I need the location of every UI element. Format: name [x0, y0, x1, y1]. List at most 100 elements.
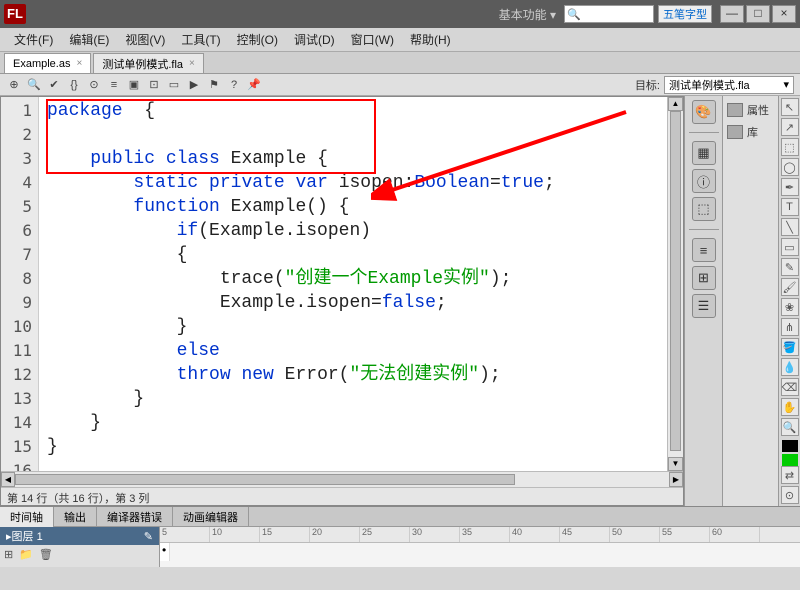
layer-column: ▸ 图层 1 ✎ ⊞ 📁 🗑: [0, 527, 160, 567]
target-label: 目标:: [635, 77, 660, 93]
close-button[interactable]: ×: [772, 5, 796, 23]
document-tab-bar: Example.as× 测试单例模式.fla×: [0, 52, 800, 74]
layer-row[interactable]: ▸ 图层 1 ✎: [0, 527, 159, 545]
maximize-button[interactable]: □: [746, 5, 770, 23]
scroll-up-icon[interactable]: ▲: [668, 97, 683, 111]
ime-indicator[interactable]: 五笔字型: [658, 5, 712, 23]
bottom-panel: 时间轴 输出 编译器错误 动画编辑器 ▸ 图层 1 ✎ ⊞ 📁 🗑 510152…: [0, 506, 800, 566]
panel-labels: 属性 库: [722, 96, 778, 506]
bone-tool-icon[interactable]: ⋔: [781, 318, 799, 336]
add-icon[interactable]: ⊕: [6, 77, 22, 93]
comment-icon[interactable]: ⊡: [146, 77, 162, 93]
delete-layer-icon[interactable]: 🗑: [39, 548, 53, 561]
bookmark-icon[interactable]: ⚑: [206, 77, 222, 93]
find-icon[interactable]: 🔍: [26, 77, 42, 93]
help-icon[interactable]: ?: [226, 77, 242, 93]
minimize-button[interactable]: —: [720, 5, 744, 23]
tab-motion-editor[interactable]: 动画编辑器: [173, 507, 249, 527]
debug-icon[interactable]: ▶: [186, 77, 202, 93]
eyedropper-icon[interactable]: 💧: [781, 358, 799, 376]
tab-test-fla[interactable]: 测试单例模式.fla×: [93, 53, 204, 73]
tools-panel: ↖ ↗ ⬚ ◯ ✒ T ╲ ▭ ✎ 🖌 ❀ ⋔ 🪣 💧 ⌫ ✋ 🔍 ⇄ ⊙: [778, 96, 800, 506]
snap-icon[interactable]: ⊙: [781, 486, 799, 504]
code-snippets-icon[interactable]: ≡: [692, 238, 716, 262]
menu-debug[interactable]: 调试(D): [286, 29, 343, 50]
pin-icon[interactable]: 📌: [246, 77, 262, 93]
tab-compiler-errors[interactable]: 编译器错误: [97, 507, 173, 527]
line-tool-icon[interactable]: ╲: [781, 218, 799, 236]
selection-tool-icon[interactable]: ↖: [781, 98, 799, 116]
title-bar: FL 基本功能 🔍 五笔字型 — □ ×: [0, 0, 800, 28]
scroll-right-icon[interactable]: ▶: [669, 472, 683, 487]
library-icon: [727, 125, 743, 139]
menu-control[interactable]: 控制(O): [229, 29, 286, 50]
transform-icon[interactable]: ⬚: [692, 197, 716, 221]
block-icon[interactable]: ▭: [166, 77, 182, 93]
pen-tool-icon[interactable]: ✒: [781, 178, 799, 196]
new-layer-icon[interactable]: ⊞: [4, 548, 13, 561]
panel-icon-strip: 🎨 ▦ ⓘ ⬚ ≡ ⊞ ☰: [684, 96, 722, 506]
menu-window[interactable]: 窗口(W): [343, 29, 402, 50]
subselection-tool-icon[interactable]: ↗: [781, 118, 799, 136]
vertical-scrollbar[interactable]: ▲ ▼: [667, 97, 683, 471]
frames-area[interactable]: 51015202530354045505560: [160, 527, 800, 567]
deco-tool-icon[interactable]: ❀: [781, 298, 799, 316]
hand-tool-icon[interactable]: ✋: [781, 398, 799, 416]
collapse-icon[interactable]: ▣: [126, 77, 142, 93]
close-icon[interactable]: ×: [76, 58, 82, 69]
code-content[interactable]: package { public class Example { static …: [39, 97, 667, 471]
properties-panel-tab[interactable]: 属性: [727, 102, 774, 118]
scroll-thumb[interactable]: [670, 111, 681, 451]
status-bar: 第 14 行（共 16 行），第 3 列: [1, 487, 683, 505]
horizontal-scrollbar[interactable]: ◀ ▶: [1, 471, 683, 487]
menu-file[interactable]: 文件(F): [6, 29, 61, 50]
swap-colors-icon[interactable]: ⇄: [781, 466, 799, 484]
align-icon[interactable]: ▦: [692, 141, 716, 165]
app-logo: FL: [4, 4, 26, 24]
code-editor[interactable]: 12345678910111213141516 package { public…: [0, 96, 684, 506]
search-icon: 🔍: [567, 8, 581, 21]
library-panel-tab[interactable]: 库: [727, 124, 774, 140]
lasso-tool-icon[interactable]: ◯: [781, 158, 799, 176]
rectangle-tool-icon[interactable]: ▭: [781, 238, 799, 256]
free-transform-icon[interactable]: ⬚: [781, 138, 799, 156]
pencil-icon: ✎: [144, 530, 153, 543]
format-icon[interactable]: ≡: [106, 77, 122, 93]
motion-presets-icon[interactable]: ☰: [692, 294, 716, 318]
chevron-down-icon: ▾: [783, 78, 789, 91]
scroll-down-icon[interactable]: ▼: [668, 457, 683, 471]
check-icon[interactable]: ✔: [46, 77, 62, 93]
info-icon[interactable]: ⓘ: [692, 169, 716, 193]
brace-icon[interactable]: {}: [66, 77, 82, 93]
frame-ruler: 51015202530354045505560: [160, 527, 800, 543]
components-icon[interactable]: ⊞: [692, 266, 716, 290]
fill-color-swatch[interactable]: [782, 454, 798, 466]
scroll-thumb[interactable]: [15, 474, 515, 485]
target-icon[interactable]: ⊙: [86, 77, 102, 93]
target-dropdown[interactable]: 测试单例模式.fla▾: [664, 76, 794, 94]
brush-tool-icon[interactable]: 🖌: [781, 278, 799, 296]
search-input[interactable]: 🔍: [564, 5, 654, 23]
menu-tools[interactable]: 工具(T): [173, 29, 228, 50]
paint-bucket-icon[interactable]: 🪣: [781, 338, 799, 356]
pencil-tool-icon[interactable]: ✎: [781, 258, 799, 276]
workspace-dropdown[interactable]: 基本功能: [499, 6, 556, 23]
stroke-color-swatch[interactable]: [782, 440, 798, 452]
scroll-left-icon[interactable]: ◀: [1, 472, 15, 487]
frame-row[interactable]: [160, 543, 800, 561]
eraser-tool-icon[interactable]: ⌫: [781, 378, 799, 396]
menu-view[interactable]: 视图(V): [117, 29, 173, 50]
zoom-tool-icon[interactable]: 🔍: [781, 418, 799, 436]
tab-timeline[interactable]: 时间轴: [0, 507, 54, 527]
tab-output[interactable]: 输出: [54, 507, 97, 527]
properties-icon: [727, 103, 743, 117]
menu-bar: 文件(F) 编辑(E) 视图(V) 工具(T) 控制(O) 调试(D) 窗口(W…: [0, 28, 800, 52]
tab-example-as[interactable]: Example.as×: [4, 53, 91, 73]
menu-edit[interactable]: 编辑(E): [61, 29, 117, 50]
new-folder-icon[interactable]: 📁: [19, 548, 33, 561]
swatches-icon[interactable]: 🎨: [692, 100, 716, 124]
text-tool-icon[interactable]: T: [781, 198, 799, 216]
menu-help[interactable]: 帮助(H): [402, 29, 459, 50]
editor-toolbar: ⊕ 🔍 ✔ {} ⊙ ≡ ▣ ⊡ ▭ ▶ ⚑ ? 📌 目标: 测试单例模式.fl…: [0, 74, 800, 96]
close-icon[interactable]: ×: [189, 58, 195, 69]
